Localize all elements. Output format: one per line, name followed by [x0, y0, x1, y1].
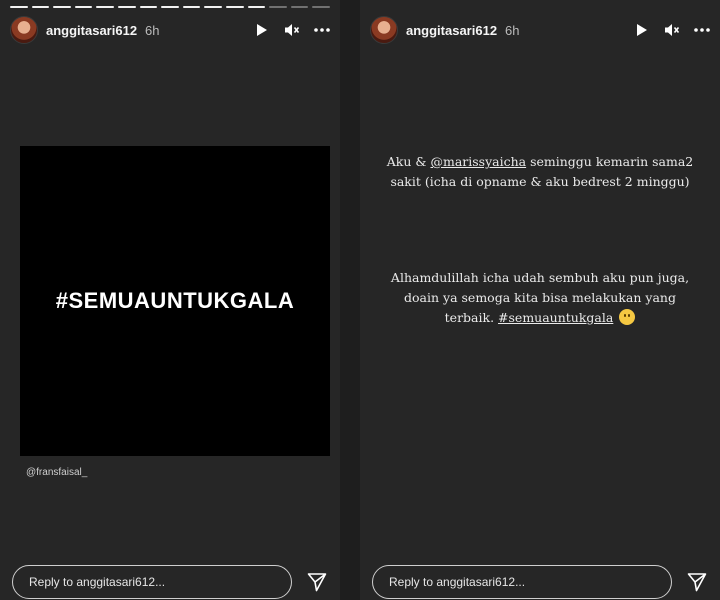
- reply-bar: [12, 564, 328, 600]
- more-icon[interactable]: [694, 22, 710, 38]
- reply-input[interactable]: [372, 565, 672, 599]
- progress-segment: [31, 6, 50, 8]
- avatar[interactable]: [370, 16, 398, 44]
- send-icon[interactable]: [306, 571, 328, 593]
- progress-segment: [74, 6, 93, 8]
- story-header: anggitasari612 6h: [370, 14, 710, 46]
- progress-segment: [139, 6, 158, 8]
- progress-segment: [96, 6, 114, 8]
- mute-icon[interactable]: [664, 22, 680, 38]
- reply-input[interactable]: [12, 565, 292, 599]
- photo-credit[interactable]: @fransfaisal_: [26, 467, 87, 478]
- play-icon[interactable]: [634, 22, 650, 38]
- hashtag-text: #SEMUAUNTUKGALA: [55, 288, 295, 313]
- progress-segment: [247, 6, 266, 8]
- post-time: 6h: [145, 22, 160, 38]
- story-header: anggitasari612 6h: [10, 14, 330, 46]
- username[interactable]: anggitasari612: [406, 23, 497, 38]
- story-text-paragraph-1: Aku & @marissyaicha seminggu kemarin sam…: [378, 152, 702, 192]
- progress-segment: [10, 6, 28, 8]
- progress-segment: [290, 6, 309, 8]
- progress-segment: [182, 6, 201, 8]
- send-icon[interactable]: [686, 571, 708, 593]
- mute-icon[interactable]: [284, 22, 300, 38]
- story-progress-bar: [10, 6, 330, 9]
- story-text-paragraph-2: Alhamdulillah icha udah sembuh aku pun j…: [378, 268, 702, 328]
- reply-bar: [372, 564, 708, 600]
- hashtag-link[interactable]: #semuauntukgala: [498, 310, 613, 325]
- progress-segment: [117, 6, 136, 8]
- smiling-face-emoji-icon: [619, 309, 636, 325]
- story-divider: [340, 0, 360, 600]
- progress-segment: [225, 6, 244, 8]
- mention-link[interactable]: @marissyaicha: [430, 154, 526, 169]
- story-image: #SEMUAUNTUKGALA: [20, 146, 330, 456]
- story-panel-left: anggitasari612 6h #SEMUAUNTUKGALA @frans…: [0, 0, 340, 600]
- username[interactable]: anggitasari612: [46, 23, 137, 38]
- play-icon[interactable]: [254, 22, 270, 38]
- post-time: 6h: [505, 22, 520, 38]
- more-icon[interactable]: [314, 22, 330, 38]
- story-panel-right: anggitasari612 6h Aku & @marissyaicha se…: [360, 0, 720, 600]
- progress-segment: [269, 6, 287, 8]
- progress-segment: [161, 6, 179, 8]
- progress-segment: [53, 6, 71, 8]
- progress-segment: [312, 6, 330, 8]
- text-segment: Aku &: [386, 154, 431, 169]
- progress-segment: [204, 6, 222, 8]
- avatar[interactable]: [10, 16, 38, 44]
